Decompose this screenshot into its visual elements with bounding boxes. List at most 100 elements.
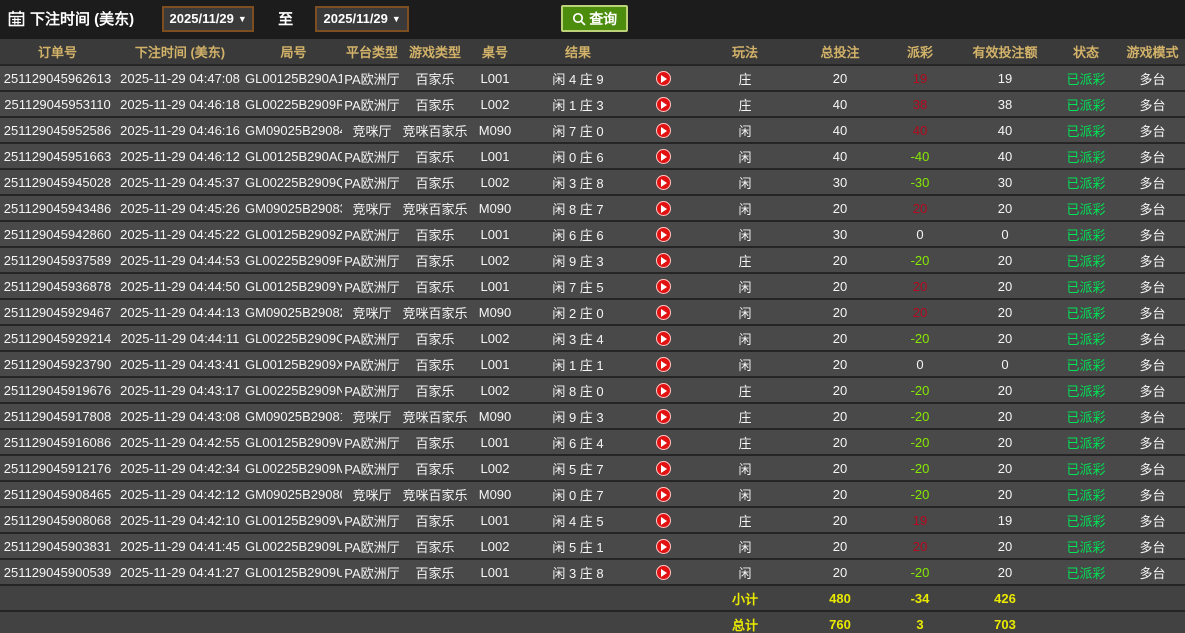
cell-mode: 多台 xyxy=(1120,169,1185,195)
cell-order: 251129045943486 xyxy=(0,195,115,221)
play-video-icon[interactable] xyxy=(656,175,671,190)
total-row: 总计 760 3 703 xyxy=(0,611,1185,633)
cell-valid_bet: 0 xyxy=(958,351,1052,377)
cell-result: 闲 2 庄 0 xyxy=(522,299,634,325)
col-header-platform-type: 平台类型 xyxy=(342,39,402,65)
cell-status: 已派彩 xyxy=(1052,455,1120,481)
cell-play: 庄 xyxy=(692,507,798,533)
cell-status: 已派彩 xyxy=(1052,403,1120,429)
play-triangle-icon xyxy=(661,335,667,343)
cell-game_type: 百家乐 xyxy=(402,247,468,273)
cell-total_bet: 40 xyxy=(798,143,882,169)
play-video-icon[interactable] xyxy=(656,513,671,528)
play-video-icon[interactable] xyxy=(656,305,671,320)
cell-status: 已派彩 xyxy=(1052,481,1120,507)
cell-mode: 多台 xyxy=(1120,481,1185,507)
col-header-bet-time: 下注时间 (美东) xyxy=(115,39,245,65)
play-video-icon[interactable] xyxy=(656,357,671,372)
play-video-icon[interactable] xyxy=(656,201,671,216)
play-video-icon[interactable] xyxy=(656,97,671,112)
play-triangle-icon xyxy=(661,179,667,187)
cell-table_no: M090 xyxy=(468,481,522,507)
cell-status: 已派彩 xyxy=(1052,299,1120,325)
cell-game_type: 百家乐 xyxy=(402,455,468,481)
cell-order: 251129045923790 xyxy=(0,351,115,377)
play-video-icon[interactable] xyxy=(656,253,671,268)
date-to-dropdown[interactable]: 2025/11/29 ▼ xyxy=(315,6,409,32)
play-video-icon[interactable] xyxy=(656,279,671,294)
cell-table_no: M090 xyxy=(468,299,522,325)
cell-game_type: 竞咪百家乐 xyxy=(402,403,468,429)
cell-mode: 多台 xyxy=(1120,351,1185,377)
play-video-icon[interactable] xyxy=(656,409,671,424)
subtotal-spacer xyxy=(1052,585,1120,611)
total-payout: 3 xyxy=(882,611,958,633)
cell-time: 2025-11-29 04:44:50 xyxy=(115,273,245,299)
cell-valid_bet: 40 xyxy=(958,143,1052,169)
cell-platform: 竞咪厅 xyxy=(342,299,402,325)
play-video-icon[interactable] xyxy=(656,539,671,554)
play-video-icon[interactable] xyxy=(656,227,671,242)
play-video-icon[interactable] xyxy=(656,487,671,502)
cell-total_bet: 20 xyxy=(798,455,882,481)
cell-replay xyxy=(634,559,692,585)
play-video-icon[interactable] xyxy=(656,149,671,164)
cell-status: 已派彩 xyxy=(1052,143,1120,169)
play-video-icon[interactable] xyxy=(656,123,671,138)
play-video-icon[interactable] xyxy=(656,565,671,580)
cell-replay xyxy=(634,143,692,169)
play-video-icon[interactable] xyxy=(656,461,671,476)
calendar-icon xyxy=(8,10,25,27)
subtotal-total-bet: 480 xyxy=(798,585,882,611)
play-video-icon[interactable] xyxy=(656,383,671,398)
play-triangle-icon xyxy=(661,75,667,83)
table-row: 2511290459531102025-11-29 04:46:18GL0022… xyxy=(0,91,1185,117)
table-header-row: 订单号 下注时间 (美东) 局号 平台类型 游戏类型 桌号 结果 玩法 总投注 … xyxy=(0,39,1185,65)
cell-platform: PA欧洲厅 xyxy=(342,143,402,169)
cell-valid_bet: 20 xyxy=(958,429,1052,455)
cell-status: 已派彩 xyxy=(1052,273,1120,299)
table-row: 2511290459121762025-11-29 04:42:34GL0022… xyxy=(0,455,1185,481)
cell-replay xyxy=(634,533,692,559)
cell-platform: PA欧洲厅 xyxy=(342,507,402,533)
table-row: 2511290459196762025-11-29 04:43:17GL0022… xyxy=(0,377,1185,403)
cell-valid_bet: 20 xyxy=(958,325,1052,351)
play-triangle-icon xyxy=(661,127,667,135)
cell-payout: 40 xyxy=(882,117,958,143)
table-row: 2511290459375892025-11-29 04:44:53GL0022… xyxy=(0,247,1185,273)
col-header-valid-bet: 有效投注额 xyxy=(958,39,1052,65)
cell-platform: PA欧洲厅 xyxy=(342,273,402,299)
query-button[interactable]: 查询 xyxy=(561,5,628,32)
subtotal-payout: -34 xyxy=(882,585,958,611)
total-spacer xyxy=(1120,611,1185,633)
cell-platform: PA欧洲厅 xyxy=(342,455,402,481)
cell-total_bet: 20 xyxy=(798,299,882,325)
cell-result: 闲 8 庄 0 xyxy=(522,377,634,403)
cell-game: GL00125B2909Z xyxy=(245,221,342,247)
cell-result: 闲 6 庄 6 xyxy=(522,221,634,247)
cell-platform: 竞咪厅 xyxy=(342,195,402,221)
date-from-dropdown[interactable]: 2025/11/29 ▼ xyxy=(162,6,254,32)
total-spacer xyxy=(0,611,692,633)
play-video-icon[interactable] xyxy=(656,71,671,86)
cell-valid_bet: 30 xyxy=(958,169,1052,195)
cell-platform: PA欧洲厅 xyxy=(342,351,402,377)
cell-replay xyxy=(634,325,692,351)
cell-status: 已派彩 xyxy=(1052,377,1120,403)
cell-order: 251129045951663 xyxy=(0,143,115,169)
play-video-icon[interactable] xyxy=(656,331,671,346)
cell-status: 已派彩 xyxy=(1052,221,1120,247)
cell-valid_bet: 19 xyxy=(958,65,1052,91)
cell-status: 已派彩 xyxy=(1052,533,1120,559)
play-video-icon[interactable] xyxy=(656,435,671,450)
cell-total_bet: 30 xyxy=(798,221,882,247)
cell-game: GL00225B2909O xyxy=(245,325,342,351)
cell-total_bet: 20 xyxy=(798,429,882,455)
cell-table_no: L001 xyxy=(468,351,522,377)
cell-total_bet: 20 xyxy=(798,533,882,559)
cell-play: 闲 xyxy=(692,481,798,507)
cell-table_no: L001 xyxy=(468,143,522,169)
cell-platform: PA欧洲厅 xyxy=(342,559,402,585)
play-triangle-icon xyxy=(661,205,667,213)
cell-play: 闲 xyxy=(692,273,798,299)
